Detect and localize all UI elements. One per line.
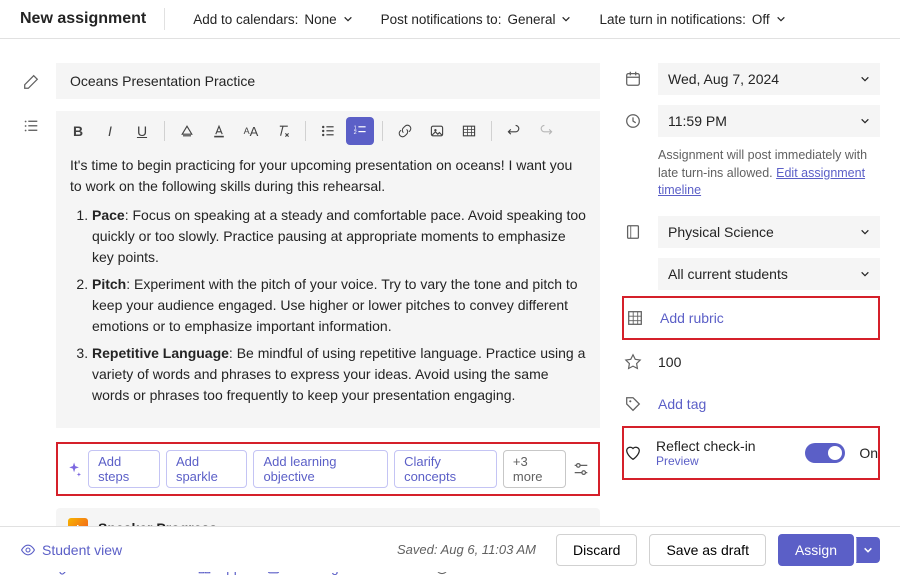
font-size-button[interactable]: AA xyxy=(237,117,265,145)
svg-text:2: 2 xyxy=(354,130,357,136)
numbered-list-button[interactable]: 12 xyxy=(346,117,374,145)
undo-button[interactable] xyxy=(500,117,528,145)
instructions-intro: It's time to begin practicing for your u… xyxy=(70,155,586,197)
list-item: Pitch: Experiment with the pitch of your… xyxy=(92,274,586,337)
list-item: Repetitive Language: Be mindful of using… xyxy=(92,343,586,406)
class-field[interactable]: Physical Science xyxy=(658,216,880,248)
filters-icon[interactable] xyxy=(572,460,590,478)
chevron-down-icon xyxy=(343,14,353,24)
calendars-dropdown[interactable]: Add to calendars: None xyxy=(193,12,352,27)
ai-pill-clarify-concepts[interactable]: Clarify concepts xyxy=(394,450,497,488)
heart-icon xyxy=(624,444,642,462)
calendars-label: Add to calendars: xyxy=(193,12,298,27)
points-icon xyxy=(622,351,644,373)
pencil-icon xyxy=(20,71,42,93)
discard-button[interactable]: Discard xyxy=(556,534,637,566)
late-dropdown[interactable]: Late turn in notifications: Off xyxy=(599,12,785,27)
notifications-label: Post notifications to: xyxy=(381,12,502,27)
reflect-checkin-label: Reflect check-in xyxy=(656,438,791,454)
late-value: Off xyxy=(752,12,770,27)
redo-button[interactable] xyxy=(532,117,560,145)
assign-button[interactable]: Assign xyxy=(778,534,854,566)
sparkle-icon xyxy=(66,460,82,478)
saved-timestamp: Saved: Aug 6, 11:03 AM xyxy=(397,542,536,557)
chevron-down-icon xyxy=(860,74,870,84)
assignment-title-input[interactable] xyxy=(56,63,600,99)
reflect-toggle-state: On xyxy=(859,445,878,461)
due-time-field[interactable]: 11:59 PM xyxy=(658,105,880,137)
add-rubric-link[interactable]: Add rubric xyxy=(660,302,724,334)
instructions-list: Pace: Focus on speaking at a steady and … xyxy=(70,205,586,406)
calendar-icon xyxy=(622,68,644,90)
posting-hint: Assignment will post immediately with la… xyxy=(658,147,880,200)
table-button[interactable] xyxy=(455,117,483,145)
notifications-value: General xyxy=(507,12,555,27)
rich-text-toolbar: B I U AA 12 xyxy=(56,111,600,151)
save-draft-button[interactable]: Save as draft xyxy=(649,534,766,566)
chevron-down-icon xyxy=(860,269,870,279)
rubric-icon xyxy=(624,307,646,329)
right-column: Wed, Aug 7, 2024 11:59 PM Assignment wil… xyxy=(622,63,880,575)
image-button[interactable] xyxy=(423,117,451,145)
assign-split-button[interactable] xyxy=(856,537,880,563)
chevron-down-icon xyxy=(863,545,873,555)
font-color-button[interactable] xyxy=(205,117,233,145)
calendars-value: None xyxy=(304,12,336,27)
chevron-down-icon xyxy=(860,116,870,126)
bullet-list-button[interactable] xyxy=(314,117,342,145)
page-title: New assignment xyxy=(20,8,165,30)
chevron-down-icon xyxy=(776,14,786,24)
notifications-dropdown[interactable]: Post notifications to: General xyxy=(381,12,572,27)
reflect-preview-link[interactable]: Preview xyxy=(656,454,791,468)
tag-icon xyxy=(622,393,644,415)
chevron-down-icon xyxy=(561,14,571,24)
ai-pill-more[interactable]: +3 more xyxy=(503,450,566,488)
late-label: Late turn in notifications: xyxy=(599,12,745,27)
points-value[interactable]: 100 xyxy=(658,346,681,378)
outline-icon xyxy=(20,115,42,137)
assignees-field[interactable]: All current students xyxy=(658,258,880,290)
ai-pill-add-learning-objective[interactable]: Add learning objective xyxy=(253,450,388,488)
italic-button[interactable]: I xyxy=(96,117,124,145)
reflect-toggle[interactable] xyxy=(805,443,845,463)
ai-suggestion-row: Add steps Add sparkle Add learning objec… xyxy=(56,442,600,496)
ai-pill-add-steps[interactable]: Add steps xyxy=(88,450,160,488)
chevron-down-icon xyxy=(860,227,870,237)
left-column: B I U AA 12 xyxy=(20,63,600,575)
highlight-button[interactable] xyxy=(173,117,201,145)
link-button[interactable] xyxy=(391,117,419,145)
clock-icon xyxy=(622,110,644,132)
list-item: Pace: Focus on speaking at a steady and … xyxy=(92,205,586,268)
due-date-field[interactable]: Wed, Aug 7, 2024 xyxy=(658,63,880,95)
ai-pill-add-sparkle[interactable]: Add sparkle xyxy=(166,450,248,488)
add-tag-link[interactable]: Add tag xyxy=(658,388,706,420)
instructions-editor[interactable]: It's time to begin practicing for your u… xyxy=(56,151,600,428)
student-view-button[interactable]: Student view xyxy=(20,542,122,558)
class-icon xyxy=(622,221,644,243)
clear-format-button[interactable] xyxy=(269,117,297,145)
underline-button[interactable]: U xyxy=(128,117,156,145)
top-bar: New assignment Add to calendars: None Po… xyxy=(0,0,900,39)
bold-button[interactable]: B xyxy=(64,117,92,145)
footer-bar: Student view Saved: Aug 6, 11:03 AM Disc… xyxy=(0,526,900,572)
